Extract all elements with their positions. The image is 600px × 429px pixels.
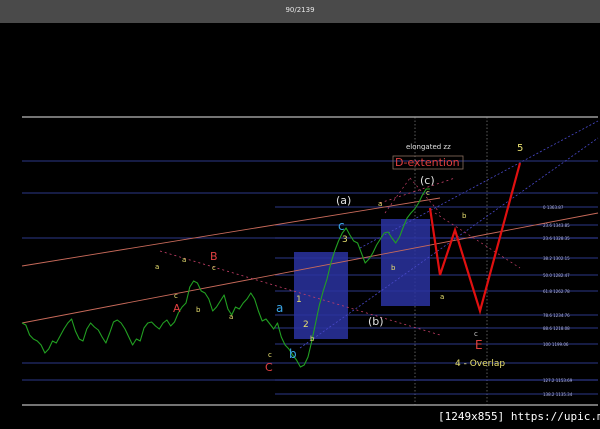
fib-label: 38.2 1302.15 [543, 256, 570, 261]
label-small-c-3: c [212, 264, 216, 272]
label-c-paren: (c) [420, 174, 435, 187]
label-b-paren: (b) [368, 315, 384, 328]
label-small-c-5: c [474, 330, 478, 338]
fib-label: 88.6 1218.08 [543, 326, 570, 331]
label-small-a-3: a [155, 263, 159, 271]
watermark-text: [1249x855] https://upic.me/ [438, 410, 600, 423]
label-big-e: E [475, 338, 483, 352]
label-small-b-1: b [462, 212, 467, 220]
label-overlap: 4 - Overlap [455, 359, 505, 369]
label-small-b-2: b [391, 264, 396, 272]
chart-panel: 0 1363.87 23.6 1343.85 23.6 1328.35 38.2 13… [0, 23, 600, 429]
fib-label: 100 1199.06 [543, 342, 569, 347]
label-elongated: elongated zz [406, 143, 451, 151]
label-wave-2: 2 [303, 320, 309, 330]
triangle-line-1 [384, 177, 411, 214]
fib-label: 50.0 1282.47 [543, 273, 570, 278]
fib-label: 61.8 1262.78 [543, 289, 570, 294]
label-small-c-2: c [174, 292, 178, 300]
fib-label: 0 1363.87 [543, 205, 564, 210]
label-big-c: C [265, 361, 273, 374]
label-five: 5 [517, 143, 523, 154]
projection-line [434, 212, 521, 269]
channel-line-blue-dotted-2 [359, 120, 599, 249]
label-cyan-b: b [289, 347, 297, 361]
chart-svg: 0 1363.87 23.6 1343.85 23.6 1328.35 38.2 13… [21, 116, 599, 406]
label-wave-1: 1 [296, 295, 302, 305]
label-small-a-5: a [229, 313, 233, 321]
fib-label: 127.2 1153.69 [543, 378, 573, 383]
label-small-c-4: c [268, 351, 272, 359]
label-wave-3: 3 [342, 235, 348, 245]
price-series-line [21, 188, 430, 368]
label-small-b-3: b [196, 306, 201, 314]
fib-label: 138.2 1135.34 [543, 392, 573, 397]
label-a-paren: (a) [336, 194, 351, 207]
image-counter: 90/2139 [285, 6, 315, 14]
label-cyan-c: c [338, 219, 345, 233]
channel-line-red-upper [21, 197, 441, 267]
label-big-a: A [173, 302, 181, 315]
label-cyan-a: a [276, 301, 283, 315]
label-small-b-4: b [310, 335, 315, 343]
fib-label: 78.6 1234.76 [543, 313, 570, 318]
forecast-zigzag [428, 162, 522, 315]
label-small-c-1: c [426, 189, 430, 197]
label-small-a-4: a [182, 256, 186, 264]
viewer-topbar: 90/2139 [0, 0, 600, 24]
label-small-a-2: a [378, 200, 382, 208]
label-d-extension: D-extention [395, 156, 460, 169]
label-big-b: B [210, 250, 218, 263]
label-small-a-1: a [440, 293, 444, 301]
fib-label: 23.6 1343.85 [543, 223, 570, 228]
channel-line-red-dotted-2 [379, 177, 456, 204]
fib-label: 23.6 1328.35 [543, 236, 570, 241]
